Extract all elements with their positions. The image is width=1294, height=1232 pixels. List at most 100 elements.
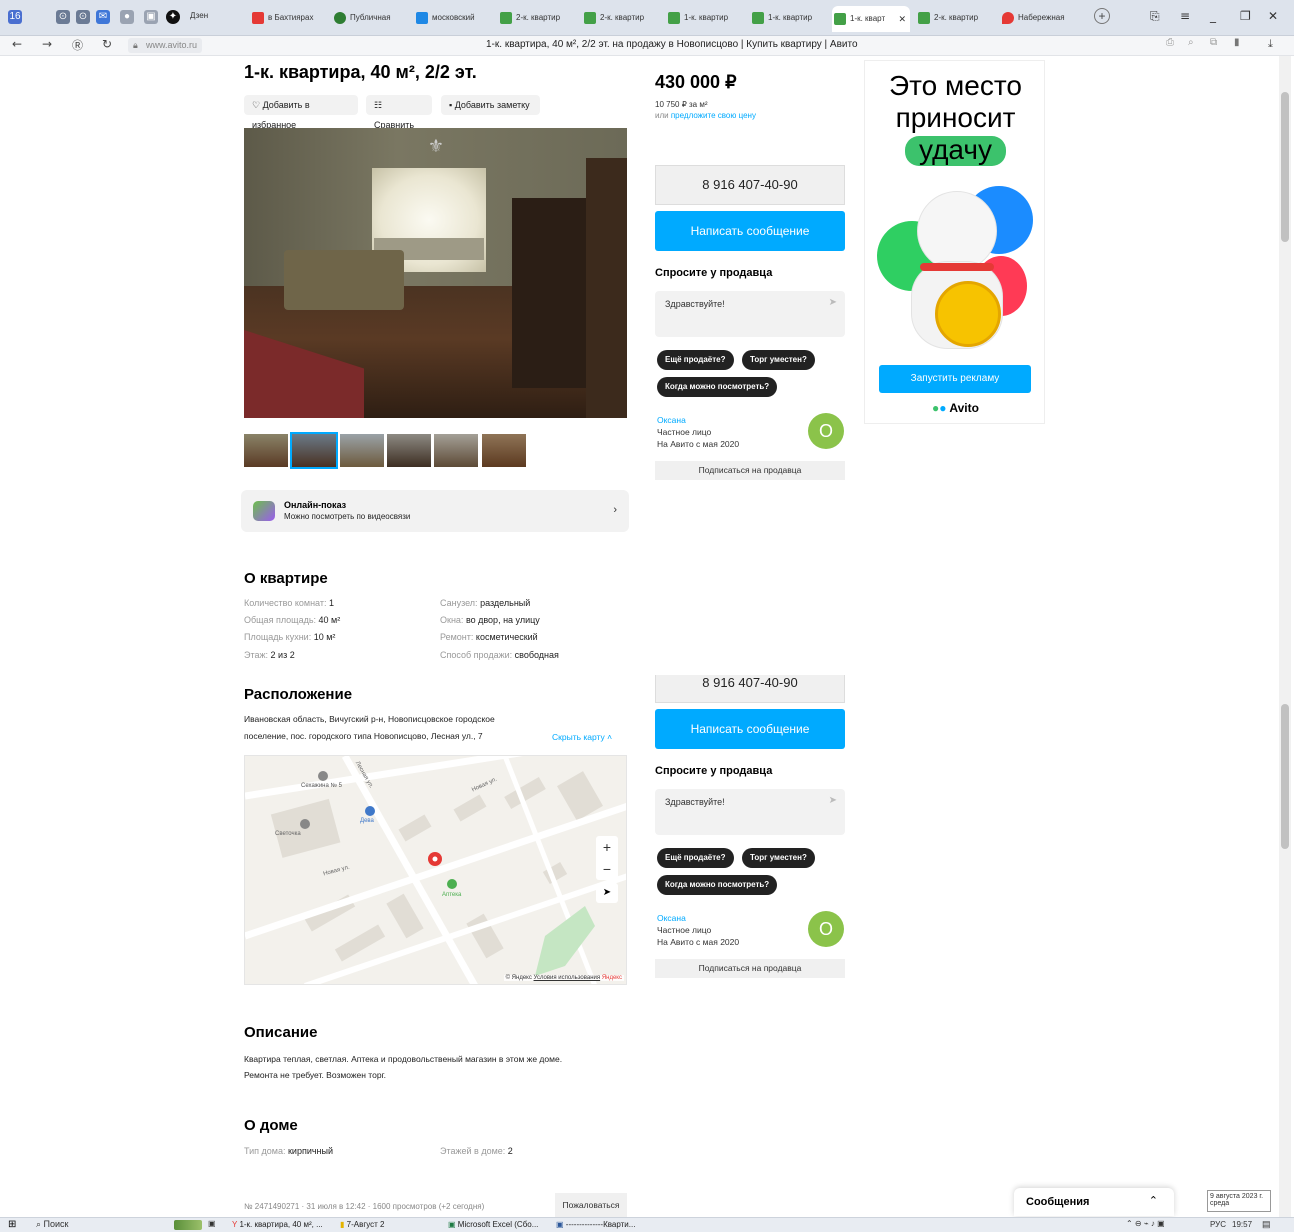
complain-button[interactable]: Пожаловаться	[555, 1193, 627, 1217]
chevron-up-icon[interactable]: ⌃	[1149, 1194, 1158, 1207]
clock[interactable]: 19:57	[1232, 1220, 1252, 1229]
zoom-out-icon[interactable]: −	[596, 858, 618, 880]
thumbnail-selected[interactable]	[290, 432, 338, 469]
seller-name-link[interactable]: Оксана	[657, 912, 739, 924]
thumbnail[interactable]	[482, 434, 526, 467]
extension-icon[interactable]: ⧉	[1210, 37, 1217, 48]
mail-icon[interactable]: ✉	[96, 10, 110, 24]
param-rooms: Количество комнат: 1	[244, 598, 334, 608]
thumbnail[interactable]	[387, 434, 431, 467]
add-favorite-button[interactable]: ♡ Добавить в избранное	[244, 95, 358, 130]
seller-avatar[interactable]: О	[808, 413, 844, 449]
zoom-in-icon[interactable]: +	[596, 836, 618, 858]
send-icon[interactable]: ➤	[829, 795, 837, 806]
quick-question-chip[interactable]: Когда можно посмотреть?	[657, 875, 778, 895]
browser-menu-icon[interactable]: 16	[8, 10, 22, 24]
reload-icon[interactable]: ↻	[102, 37, 112, 51]
ask-seller-input[interactable]: Здравствуйте! ➤	[655, 789, 845, 835]
minimize-icon[interactable]: _	[1210, 9, 1216, 23]
url-field[interactable]: 🔒︎ www.avito.ru	[128, 38, 203, 53]
bookmark-icon[interactable]: ▮	[1234, 37, 1240, 48]
download-icon[interactable]: ⤓	[1268, 37, 1273, 51]
search-icon[interactable]: ⌕ Поиск	[36, 1219, 69, 1230]
map-terms-link[interactable]: Условия использования	[534, 975, 601, 981]
browser-tab-bar: 16 ⊙ ⊙ ✉ ● ▣ ✦ Дзен в Бахтиярах Публична…	[0, 0, 1294, 36]
scrollbar-thumb[interactable]	[1281, 704, 1289, 849]
geolocation-icon[interactable]: ➤	[596, 883, 618, 903]
online-showing-card[interactable]: Онлайн-показ Можно посмотреть по видеосв…	[241, 490, 629, 532]
address-bar: ← → Ⓡ ↻ 🔒︎ www.avito.ru 1-к. квартира, 4…	[0, 36, 1294, 56]
taskbar-item[interactable]: ▣ --------------Кварти...	[556, 1220, 635, 1229]
quick-question-chip[interactable]: Когда можно посмотреть?	[657, 377, 778, 397]
close-window-icon[interactable]: ✕	[1268, 9, 1278, 23]
quick-question-chip[interactable]: Ещё продаёте?	[657, 350, 734, 370]
extension-icon[interactable]: ▣	[144, 10, 158, 24]
menu-icon[interactable]: ≡	[1180, 9, 1190, 23]
taskbar-item[interactable]: ▮ 7-Август 2	[340, 1220, 385, 1229]
dzen-icon[interactable]: ✦	[166, 10, 180, 24]
taskbar: ⊞ ⌕ Поиск ▣ Y 1-к. квартира, 40 м², ... …	[0, 1217, 1294, 1232]
tab[interactable]: Набережная	[1000, 9, 1076, 27]
tab[interactable]: Публичная	[332, 9, 404, 27]
quick-question-chip[interactable]: Ещё продаёте?	[657, 848, 734, 868]
tab-dzen-label[interactable]: Дзен	[190, 11, 208, 20]
tab[interactable]: 1-к. квартир	[666, 9, 742, 27]
translate-icon[interactable]: ⌕	[1188, 37, 1194, 48]
main-photo[interactable]: ⚜	[244, 128, 627, 418]
taskbar-item[interactable]: Y 1-к. квартира, 40 м², ...	[232, 1220, 323, 1229]
close-tab-icon[interactable]: ✕	[898, 6, 906, 32]
tray-icons[interactable]: ⌃ ⊖ ⌁ ♪ ▣	[1126, 1219, 1165, 1228]
show-phone-button[interactable]: 8 916 407-40-90	[655, 675, 845, 703]
scrollbar-thumb[interactable]	[1281, 92, 1289, 242]
extension-icon[interactable]: ●	[120, 10, 134, 24]
thumbnail[interactable]	[434, 434, 478, 467]
taskbar-item[interactable]: ▣ Microsoft Excel (Сбо...	[448, 1220, 538, 1229]
hide-map-link[interactable]: Скрыть карту ˄	[552, 732, 612, 742]
seller-avatar[interactable]: О	[808, 911, 844, 947]
ad-launch-button[interactable]: Запустить рекламу	[879, 365, 1031, 393]
quick-question-chip[interactable]: Торг уместен?	[742, 350, 815, 370]
extension-icon[interactable]: ⊙	[56, 10, 70, 24]
new-tab-icon[interactable]: +	[1094, 8, 1110, 24]
ad-cat-collar	[920, 263, 994, 271]
language-indicator[interactable]: РУС	[1210, 1220, 1226, 1229]
notifications-icon[interactable]: ▤	[1262, 1219, 1271, 1230]
tab[interactable]: в Бахтиярах	[250, 9, 322, 27]
price: 430 000 ₽	[655, 72, 737, 92]
seller-name-link[interactable]: Оксана	[657, 414, 739, 426]
bookmarks-icon[interactable]: ⎘	[1150, 9, 1160, 24]
offer-price-link[interactable]: предложите свою цену	[671, 111, 756, 120]
extension-icon[interactable]: ⊙	[76, 10, 90, 24]
weather-icon[interactable]	[174, 1220, 202, 1230]
write-message-button[interactable]: Написать сообщение	[655, 211, 845, 251]
messages-panel[interactable]: Сообщения ⌃	[1014, 1188, 1174, 1216]
tab[interactable]: 2-к. квартир	[498, 9, 574, 27]
restore-icon[interactable]: ❐	[1240, 9, 1251, 23]
send-icon[interactable]: ➤	[829, 297, 837, 308]
thumbnail[interactable]	[244, 434, 288, 467]
forward-icon[interactable]: →	[42, 37, 52, 51]
quick-question-chip[interactable]: Торг уместен?	[742, 848, 815, 868]
back-icon[interactable]: ←	[12, 37, 22, 51]
write-message-button[interactable]: Написать сообщение	[655, 709, 845, 749]
map[interactable]: Сехажина № 5 Дева Светочка Новая ул. Нов…	[244, 755, 627, 985]
tab[interactable]: московский	[414, 9, 490, 27]
scrollbar[interactable]	[1279, 56, 1291, 1217]
yandex-icon[interactable]: Ⓡ	[72, 37, 83, 53]
subscribe-seller-button[interactable]: Подписаться на продавца	[655, 959, 845, 978]
task-view-icon[interactable]: ▣	[208, 1219, 216, 1228]
tab[interactable]: 2-к. квартир	[582, 9, 658, 27]
windows-start-icon[interactable]: ⊞	[8, 1219, 16, 1230]
ad-banner[interactable]: Это место приносит удачу Запустить рекла…	[864, 60, 1045, 424]
tab[interactable]: 2-к. квартир	[916, 9, 992, 27]
subscribe-seller-button[interactable]: Подписаться на продавца	[655, 461, 845, 480]
compare-button[interactable]: ☷ Сравнить	[366, 95, 432, 130]
thumbnail[interactable]	[340, 434, 384, 467]
add-note-button[interactable]: ▪ Добавить заметку	[441, 95, 540, 115]
tab[interactable]: 1-к. квартир	[750, 9, 826, 27]
tab-active[interactable]: 1-к. кварт ✕	[832, 6, 910, 32]
reader-icon[interactable]: ⎙	[1166, 37, 1174, 48]
show-phone-button[interactable]: 8 916 407-40-90	[655, 165, 845, 205]
map-zoom-control: + −	[596, 836, 618, 880]
ask-seller-input[interactable]: Здравствуйте! ➤	[655, 291, 845, 337]
